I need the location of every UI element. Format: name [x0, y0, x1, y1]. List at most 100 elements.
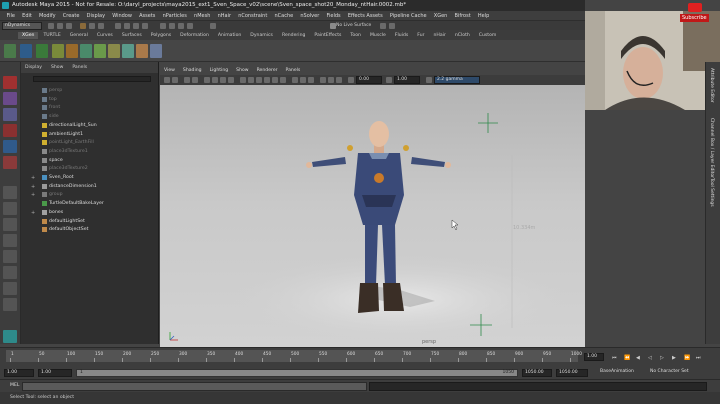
new-scene-icon[interactable] [48, 23, 54, 29]
time-slider-track[interactable]: 1 50 100 150 200 250 300 350 400 450 500 550 600 650 7… [6, 350, 582, 362]
shelf-tab-nhair[interactable]: nHair [430, 32, 450, 39]
shelf-menu-icon[interactable] [4, 44, 16, 58]
menu-pipeline-cache[interactable]: Pipeline Cache [386, 13, 430, 19]
outliner-expand-icon[interactable]: + [31, 192, 35, 198]
shelf-tab-dynamics[interactable]: Dynamics [246, 32, 277, 39]
snap-plane-icon[interactable] [142, 23, 148, 29]
shelf-tab-general[interactable]: General [66, 32, 92, 39]
outliner-item[interactable]: directionalLight_Sun [42, 122, 97, 128]
menu-effects-assets[interactable]: Effects Assets [344, 13, 386, 19]
shelf-tab-painteffects[interactable]: PaintEffects [310, 32, 345, 39]
snap-point-icon[interactable] [133, 23, 139, 29]
menu-window[interactable]: Window [109, 13, 136, 19]
menu-modify[interactable]: Modify [35, 13, 59, 19]
menu-nsolver[interactable]: nSolver [297, 13, 323, 19]
ambient-occlusion-icon[interactable] [292, 77, 298, 83]
shelf-tab-animation[interactable]: Animation [214, 32, 245, 39]
youtube-subscribe-badge[interactable]: Subscribe [680, 3, 716, 25]
shelf-tab-muscle[interactable]: Muscle [366, 32, 390, 39]
menu-bifrost[interactable]: Bifrost [451, 13, 474, 19]
isolate-select-icon[interactable] [320, 77, 326, 83]
construction-history-icon[interactable] [389, 23, 395, 29]
character-set-dropdown[interactable]: No Character Set [648, 369, 708, 377]
xgen-clump-icon[interactable] [136, 44, 148, 58]
rotate-tool-icon[interactable] [3, 140, 17, 153]
shelf-tab-turtle[interactable]: TURTLE [39, 32, 64, 39]
playback-end-field[interactable]: 1050.00 [522, 369, 552, 377]
viewport-menu-renderer[interactable]: Renderer [257, 68, 278, 73]
image-plane-icon[interactable] [192, 77, 198, 83]
menu-xgen[interactable]: XGen [430, 13, 451, 19]
shelf-tab-xgen[interactable]: XGen [18, 31, 39, 39]
shelf-tab-toon[interactable]: Toon [346, 32, 365, 39]
menu-file[interactable]: File [3, 13, 19, 19]
gamma-field[interactable]: 1.00 [394, 76, 420, 84]
shelf-tab-custom[interactable]: Custom [475, 32, 501, 39]
shelf-tab-fluids[interactable]: Fluids [391, 32, 412, 39]
tool-settings-tab[interactable]: Tool Settings [709, 178, 714, 207]
outliner-item[interactable]: bones [42, 209, 63, 215]
outliner-item[interactable]: persp [42, 88, 62, 93]
xgen-cut-icon[interactable] [108, 44, 120, 58]
camera-attributes-icon[interactable] [172, 77, 178, 83]
shelf-tab-rendering[interactable]: Rendering [278, 32, 309, 39]
film-gate-icon[interactable] [212, 77, 218, 83]
mel-input[interactable] [22, 382, 367, 391]
outliner-item[interactable]: distanceDimension1 [42, 183, 97, 189]
render-icon[interactable] [169, 23, 175, 29]
attribute-editor-tab[interactable]: Attribute Editor [709, 68, 714, 103]
motion-blur-icon[interactable] [300, 77, 306, 83]
resolution-gate-icon[interactable] [220, 77, 226, 83]
outliner-item[interactable]: defaultObjectSet [42, 227, 88, 233]
anti-aliasing-icon[interactable] [308, 77, 314, 83]
move-tool-icon[interactable] [3, 124, 17, 137]
select-tool-icon[interactable] [3, 76, 17, 89]
outliner-search-input[interactable] [33, 76, 151, 82]
outliner-item[interactable]: space [42, 157, 63, 163]
playback-start-field[interactable]: 1.00 [38, 369, 72, 377]
play-backwards-icon[interactable]: ◁ [648, 355, 652, 361]
step-back-key-icon[interactable]: ◀ [636, 355, 640, 361]
range-slider-bar[interactable]: 1 1050 [76, 369, 518, 377]
outliner-item[interactable]: side [42, 114, 59, 120]
outliner-expand-icon[interactable]: + [31, 210, 35, 216]
step-forward-icon[interactable]: ⏩ [684, 355, 690, 361]
ipr-render-icon[interactable] [178, 23, 184, 29]
exposure-icon[interactable] [348, 77, 354, 83]
shelf-tab-deformation[interactable]: Deformation [176, 32, 213, 39]
open-scene-icon[interactable] [57, 23, 63, 29]
history-icon[interactable] [160, 23, 166, 29]
shadows-icon[interactable] [280, 77, 286, 83]
bookmark-icon[interactable] [184, 77, 190, 83]
symmetry-icon[interactable] [380, 23, 386, 29]
viewport-menu-shading[interactable]: Shading [183, 68, 202, 73]
xgen-comb-icon[interactable] [94, 44, 106, 58]
xray-icon[interactable] [328, 77, 334, 83]
menu-help[interactable]: Help [474, 13, 493, 19]
outliner-expand-icon[interactable]: + [31, 184, 35, 190]
shelf-tab-surfaces[interactable]: Surfaces [118, 32, 146, 39]
single-view-icon[interactable] [3, 186, 17, 199]
select-object-icon[interactable] [89, 23, 95, 29]
outliner-expand-icon[interactable]: + [31, 175, 35, 181]
xray-joints-icon[interactable] [336, 77, 342, 83]
mel-label[interactable]: MEL [10, 383, 19, 388]
end-time-field[interactable]: 1050.00 [556, 369, 588, 377]
outliner-item[interactable]: place3dTexture2 [42, 166, 88, 172]
menu-assets[interactable]: Assets [136, 13, 159, 19]
layout-three-icon[interactable] [3, 298, 17, 311]
xgen-paint-icon[interactable] [80, 44, 92, 58]
color-management-icon[interactable] [426, 77, 432, 83]
step-back-icon[interactable]: ⏪ [624, 355, 630, 361]
shelf-tab-fur[interactable]: Fur [413, 32, 428, 39]
outliner-item[interactable]: group [42, 192, 63, 198]
menu-nhair[interactable]: nHair [214, 13, 235, 19]
scene-assembly-icon[interactable] [3, 330, 17, 343]
viewport-menu-panels[interactable]: Panels [286, 68, 301, 73]
input-line-icon[interactable] [210, 23, 216, 29]
menu-edit[interactable]: Edit [19, 13, 36, 19]
menu-nparticles[interactable]: nParticles [159, 13, 190, 19]
menu-create[interactable]: Create [59, 13, 83, 19]
layout-icon[interactable] [3, 266, 17, 279]
save-scene-icon[interactable] [66, 23, 72, 29]
